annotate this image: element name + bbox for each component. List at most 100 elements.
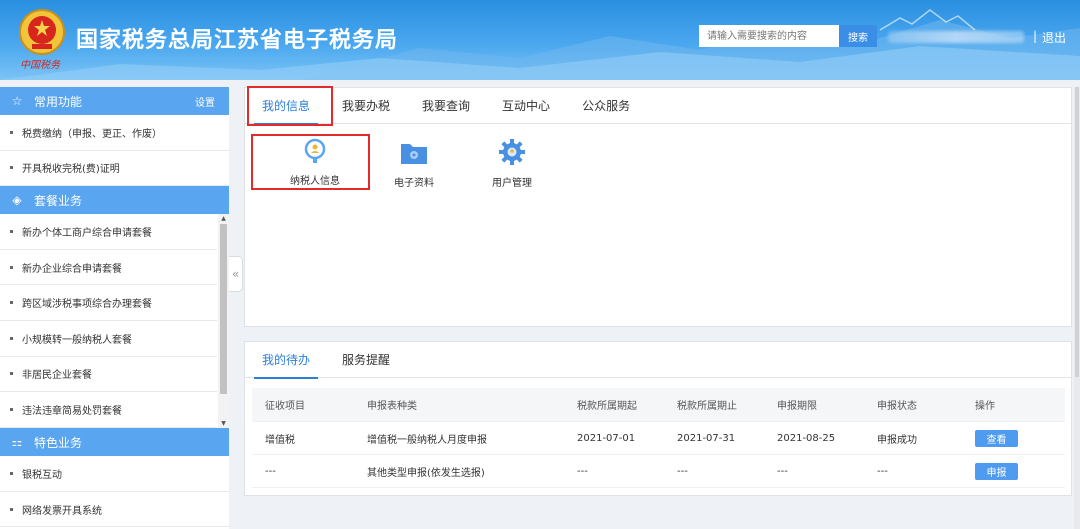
layers-icon: ◈ bbox=[12, 193, 22, 208]
column-header: 操作 bbox=[975, 401, 995, 412]
bullet-icon bbox=[10, 166, 13, 170]
table-row: 增值税 增值税一般纳税人月度申报 2021-07-01 2021-07-31 2… bbox=[252, 422, 1065, 455]
declare-button[interactable]: 申报 bbox=[975, 462, 1018, 480]
cell-action: 申报 bbox=[975, 462, 1065, 480]
sidebar-item-label: 新办个体工商户综合申请套餐 bbox=[22, 227, 152, 239]
sidebar-section-title: 特色业务 bbox=[34, 435, 83, 450]
cell-type: 增值税一般纳税人月度申报 bbox=[367, 434, 487, 446]
highlight-tab-my-info bbox=[247, 86, 333, 126]
table-row: --- 其他类型申报(依发生选报) --- --- --- --- 申报 bbox=[252, 455, 1065, 488]
sidebar-section-common[interactable]: ☆ 常用功能 设置 bbox=[0, 87, 229, 115]
sidebar-item-bank-tax[interactable]: 银税互动 bbox=[0, 456, 229, 492]
view-button[interactable]: 查看 bbox=[975, 429, 1018, 447]
search-button[interactable]: 搜索 bbox=[839, 25, 877, 47]
grid-icon: ⚏ bbox=[11, 435, 23, 450]
sidebar-section-special[interactable]: ⚏ 特色业务 bbox=[0, 428, 229, 457]
column-header: 申报期限 bbox=[777, 401, 817, 412]
sidebar-item-e-invoice[interactable]: 网络发票开具系统 bbox=[0, 491, 229, 528]
cell-action: 查看 bbox=[975, 429, 1065, 447]
cell-end: --- bbox=[677, 465, 688, 477]
highlight-taxpayer-info bbox=[251, 134, 370, 190]
todo-table: 征收项目 申报表种类 税款所属期起 税款所属期止 申报期限 申报状态 操作 增值… bbox=[252, 388, 1065, 488]
bullet-icon bbox=[10, 336, 13, 340]
tab-handle-tax[interactable]: 我要办税 bbox=[332, 88, 400, 124]
sidebar-item-label: 违法违章简易处罚套餐 bbox=[22, 405, 122, 417]
scroll-up-icon[interactable]: ▲ bbox=[218, 214, 229, 223]
sidebar-item-tax-certificate[interactable]: 开具税收完税(费)证明 bbox=[0, 150, 229, 187]
sidebar: ☆ 常用功能 设置 税费缴纳（申报、更正、作废） 开具税收完税(费)证明 ◈ 套… bbox=[0, 87, 229, 529]
star-icon: ☆ bbox=[11, 94, 23, 108]
settings-link[interactable]: 设置 bbox=[195, 94, 215, 109]
bullet-icon bbox=[10, 301, 13, 305]
cell-item: --- bbox=[265, 465, 276, 477]
sidebar-item-new-enterprise[interactable]: 新办企业综合申请套餐 bbox=[0, 249, 217, 286]
bullet-icon bbox=[10, 507, 13, 511]
cell-start: 2021-07-01 bbox=[577, 432, 636, 444]
sidebar-item-non-resident[interactable]: 非居民企业套餐 bbox=[0, 356, 217, 393]
todo-panel: 我的待办 服务提醒 征收项目 申报表种类 税款所属期起 税款所属期止 申报期限 … bbox=[244, 341, 1072, 496]
column-header: 税款所属期止 bbox=[677, 401, 737, 412]
bullet-icon bbox=[10, 229, 13, 233]
column-header: 税款所属期起 bbox=[577, 401, 637, 412]
sidebar-item-label: 跨区域涉税事项综合办理套餐 bbox=[22, 299, 152, 311]
tab-query[interactable]: 我要查询 bbox=[412, 88, 480, 124]
logout-link[interactable]: 退出 bbox=[1042, 29, 1066, 46]
sidebar-item-tax-payment[interactable]: 税费缴纳（申报、更正、作废） bbox=[0, 115, 229, 151]
cell-item: 增值税 bbox=[265, 434, 295, 446]
cell-status: --- bbox=[877, 465, 888, 477]
column-header: 申报状态 bbox=[877, 401, 917, 412]
sidebar-section-title: 常用功能 bbox=[34, 94, 83, 109]
sidebar-item-label: 开具税收完税(费)证明 bbox=[22, 164, 120, 176]
site-header: 中国税务 国家税务总局江苏省电子税务局 搜索 | 退出 bbox=[0, 0, 1080, 80]
bullet-icon bbox=[10, 471, 13, 475]
sidebar-item-label: 非居民企业套餐 bbox=[22, 370, 92, 382]
cell-status: 申报成功 bbox=[877, 434, 917, 446]
tab-my-todo[interactable]: 我的待办 bbox=[252, 342, 320, 379]
user-management-tile[interactable]: 用户管理 bbox=[467, 138, 557, 189]
sidebar-item-penalty[interactable]: 违法违章简易处罚套餐 bbox=[0, 392, 217, 428]
page-scrollbar[interactable] bbox=[1074, 87, 1080, 529]
bullet-icon bbox=[10, 130, 13, 134]
tax-emblem-icon bbox=[19, 9, 65, 55]
electronic-docs-label: 电子资料 bbox=[394, 178, 434, 189]
sidebar-item-label: 新办企业综合申请套餐 bbox=[22, 263, 122, 275]
tab-public-service[interactable]: 公众服务 bbox=[572, 88, 640, 124]
bullet-icon bbox=[10, 372, 13, 376]
cell-deadline: 2021-08-25 bbox=[777, 432, 836, 444]
my-info-panel: 我的信息 我要办税 我要查询 互动中心 公众服务 纳税人信息 电子资料 用户管理 bbox=[244, 87, 1072, 327]
tab-service-reminder[interactable]: 服务提醒 bbox=[332, 342, 400, 378]
sidebar-item-cross-region[interactable]: 跨区域涉税事项综合办理套餐 bbox=[0, 285, 217, 321]
table-header: 征收项目 申报表种类 税款所属期起 税款所属期止 申报期限 申报状态 操作 bbox=[252, 388, 1065, 422]
collapse-sidebar-button[interactable]: « bbox=[229, 256, 243, 292]
column-header: 申报表种类 bbox=[367, 401, 417, 412]
todo-tabs: 我的待办 服务提醒 bbox=[245, 342, 1071, 379]
electronic-docs-tile[interactable]: 电子资料 bbox=[369, 138, 459, 189]
user-name-blurred bbox=[888, 31, 1024, 43]
sidebar-item-small-to-general[interactable]: 小规模转一般纳税人套餐 bbox=[0, 320, 217, 357]
sidebar-section-packages[interactable]: ◈ 套餐业务 bbox=[0, 186, 229, 215]
sidebar-item-label: 税费缴纳（申报、更正、作废） bbox=[22, 128, 162, 140]
scrollbar-thumb[interactable] bbox=[220, 224, 227, 395]
header-separator: | bbox=[1033, 29, 1038, 43]
main-tabs: 我的信息 我要办税 我要查询 互动中心 公众服务 bbox=[245, 88, 1071, 125]
sidebar-scrollbar[interactable]: ▲ ▼ bbox=[218, 214, 229, 429]
sidebar-item-label: 网络发票开具系统 bbox=[22, 505, 102, 517]
double-chevron-left-icon: « bbox=[231, 267, 240, 281]
search-input[interactable] bbox=[699, 25, 839, 47]
sidebar-item-individual-business[interactable]: 新办个体工商户综合申请套餐 bbox=[0, 214, 217, 250]
sidebar-item-label: 小规模转一般纳税人套餐 bbox=[22, 334, 132, 346]
cell-end: 2021-07-31 bbox=[677, 432, 736, 444]
folder-icon bbox=[401, 144, 427, 164]
sidebar-section-title: 套餐业务 bbox=[34, 193, 83, 208]
page-scrollbar-thumb[interactable] bbox=[1075, 87, 1079, 377]
sidebar-item-label: 银税互动 bbox=[22, 469, 62, 481]
scroll-down-icon[interactable]: ▼ bbox=[218, 419, 229, 428]
tab-interaction[interactable]: 互动中心 bbox=[492, 88, 560, 124]
gear-icon bbox=[499, 139, 525, 165]
column-header: 征收项目 bbox=[265, 401, 305, 412]
user-management-label: 用户管理 bbox=[492, 178, 532, 189]
cell-deadline: --- bbox=[777, 465, 788, 477]
bullet-icon bbox=[10, 407, 13, 411]
emblem-caption: 中国税务 bbox=[20, 60, 60, 71]
bullet-icon bbox=[10, 265, 13, 269]
